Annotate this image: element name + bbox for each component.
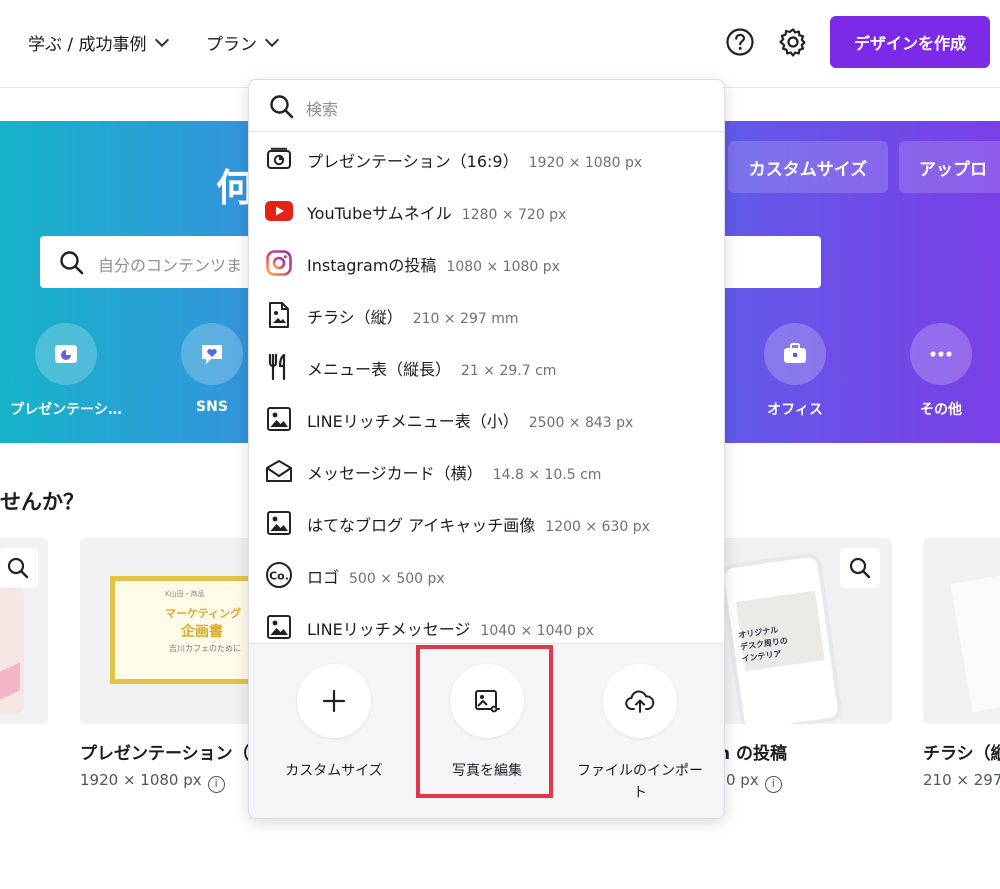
- list-item-youtube-thumbnail[interactable]: YouTubeサムネイル 1280 × 720 px: [249, 185, 724, 237]
- template-card[interactable]: [0, 538, 48, 724]
- list-item-logo[interactable]: Co. ロゴ 500 × 500 px: [249, 549, 724, 601]
- section-title: せんか？: [0, 490, 84, 514]
- help-icon[interactable]: [723, 25, 757, 59]
- info-icon[interactable]: i: [207, 776, 225, 793]
- list-item-name: Instagramの投稿: [307, 256, 437, 275]
- search-icon[interactable]: [0, 548, 38, 588]
- hero-custom-size-button[interactable]: カスタムサイズ: [728, 141, 888, 193]
- dropdown-search-input[interactable]: 検索: [249, 80, 724, 132]
- list-item-name: メッセージカード（横）: [307, 464, 483, 483]
- flyer-icon: [265, 302, 293, 328]
- list-item-dimensions: 2500 × 843 px: [528, 415, 634, 431]
- design-type-list: プレゼンテーション（16:9） 1920 × 1080 px YouTubeサムネ…: [249, 133, 724, 643]
- card-title: n の投稿: [718, 744, 788, 764]
- list-item-dimensions: 21 × 29.7 cm: [461, 363, 557, 379]
- presentation-icon: [265, 146, 293, 172]
- list-item-line-rich-message[interactable]: LINEリッチメッセージ 1040 × 1040 px: [249, 601, 724, 643]
- card-thumbnail: [950, 573, 1000, 713]
- search-icon: [270, 95, 294, 119]
- list-item-name: はてなブログ アイキャッチ画像: [307, 516, 536, 535]
- hero-search-placeholder: 自分のコンテンツま: [98, 256, 243, 275]
- heart-chat-icon: [181, 323, 243, 385]
- card-title: チラシ（縦: [923, 744, 1000, 764]
- list-item-name: チラシ（縦）: [307, 308, 403, 327]
- import-file-action[interactable]: ファイルのインポー ト: [564, 664, 716, 804]
- presentation-icon: [35, 323, 97, 385]
- cloud-upload-icon: [603, 664, 677, 738]
- top-bar: 学ぶ / 成功事例 プラン デザインを作成: [0, 0, 1000, 88]
- card-thumbnail: K山田・商品 マーケティング 企画書 吉川カフェのために: [110, 576, 270, 684]
- list-item-flyer[interactable]: チラシ（縦） 210 × 297 mm: [249, 289, 724, 341]
- category-label: その他: [920, 402, 962, 418]
- list-item-name: メニュー表（縦長）: [307, 360, 452, 379]
- category-presentation[interactable]: プレゼンテーシ…: [6, 323, 126, 419]
- svg-text:Co.: Co.: [269, 570, 289, 583]
- list-item-presentation[interactable]: プレゼンテーション（16:9） 1920 × 1080 px: [249, 133, 724, 185]
- list-item-dimensions: 1040 × 1040 px: [480, 623, 594, 639]
- card-size: 0 px i: [726, 771, 782, 793]
- highlight-box: [416, 645, 553, 798]
- youtube-icon: [265, 198, 293, 224]
- logo-co-icon: Co.: [265, 562, 293, 588]
- list-item-dimensions: 14.8 × 10.5 cm: [492, 467, 602, 483]
- list-item-dimensions: 500 × 500 px: [349, 571, 445, 587]
- envelope-icon: [265, 458, 293, 484]
- category-label: プレゼンテーシ…: [10, 402, 122, 418]
- card-size: 1920 × 1080 px i: [80, 771, 225, 793]
- info-icon[interactable]: i: [764, 776, 782, 793]
- create-design-button[interactable]: デザインを作成: [830, 16, 990, 68]
- list-item-name: プレゼンテーション（16:9）: [307, 152, 519, 171]
- list-item-dimensions: 1080 × 1080 px: [446, 259, 560, 275]
- list-item-dimensions: 1280 × 720 px: [461, 207, 567, 223]
- search-icon: [60, 251, 84, 275]
- list-item-name: LINEリッチメニュー表（小）: [307, 412, 519, 431]
- more-dots-icon: [910, 323, 972, 385]
- nav-learn-label: 学ぶ / 成功事例: [28, 35, 147, 55]
- card-thumbnail: オリジナル デスク周りの インテリア: [718, 551, 844, 724]
- nav-plans[interactable]: プラン: [206, 30, 280, 55]
- list-item-name: ロゴ: [307, 568, 340, 587]
- template-card-instagram[interactable]: オリジナル デスク周りの インテリア: [700, 538, 892, 724]
- category-label: オフィス: [767, 402, 823, 418]
- template-card-flyer[interactable]: [923, 538, 1000, 724]
- card-title: プレゼンテーション（: [80, 744, 250, 764]
- list-item-dimensions: 1920 × 1080 px: [528, 155, 643, 171]
- list-item-dimensions: 1200 × 630 px: [545, 519, 650, 535]
- image-icon: [265, 406, 293, 432]
- list-item-name: LINEリッチメッセージ: [307, 620, 471, 639]
- instagram-icon: [265, 250, 293, 276]
- list-item-dimensions: 210 × 297 mm: [412, 311, 519, 327]
- list-item-line-rich-menu[interactable]: LINEリッチメニュー表（小） 2500 × 843 px: [249, 393, 724, 445]
- custom-size-action[interactable]: カスタムサイズ: [258, 664, 410, 782]
- chevron-down-icon: [154, 32, 169, 48]
- category-office[interactable]: オフィス: [735, 323, 855, 419]
- image-icon: [265, 510, 293, 536]
- action-label: カスタムサイズ: [285, 763, 383, 779]
- menu-utensils-icon: [265, 353, 293, 381]
- hero-upload-button[interactable]: アップロ: [899, 141, 1000, 193]
- plus-icon: [297, 664, 371, 738]
- template-card-presentation[interactable]: K山田・商品 マーケティング 企画書 吉川カフェのために: [80, 538, 270, 724]
- search-icon[interactable]: [840, 548, 880, 588]
- card-thumbnail: [0, 588, 24, 714]
- chevron-down-icon: [264, 32, 280, 48]
- category-more[interactable]: その他: [881, 323, 1000, 419]
- nav-plans-label: プラン: [206, 35, 257, 55]
- list-item-menu[interactable]: メニュー表（縦長） 21 × 29.7 cm: [249, 341, 724, 393]
- briefcase-icon: [764, 323, 826, 385]
- card-size: 210 × 297 m: [923, 771, 1000, 789]
- dropdown-search-placeholder: 検索: [306, 100, 339, 119]
- list-item-instagram-post[interactable]: Instagramの投稿 1080 × 1080 px: [249, 237, 724, 289]
- image-icon: [265, 614, 293, 640]
- list-item-message-card[interactable]: メッセージカード（横） 14.8 × 10.5 cm: [249, 445, 724, 497]
- list-item-hatena-eyecatch[interactable]: はてなブログ アイキャッチ画像 1200 × 630 px: [249, 497, 724, 549]
- nav-learn[interactable]: 学ぶ / 成功事例: [28, 30, 169, 55]
- list-item-name: YouTubeサムネイル: [307, 204, 452, 223]
- gear-icon[interactable]: [776, 25, 810, 59]
- action-label: ファイルのインポー ト: [577, 763, 703, 801]
